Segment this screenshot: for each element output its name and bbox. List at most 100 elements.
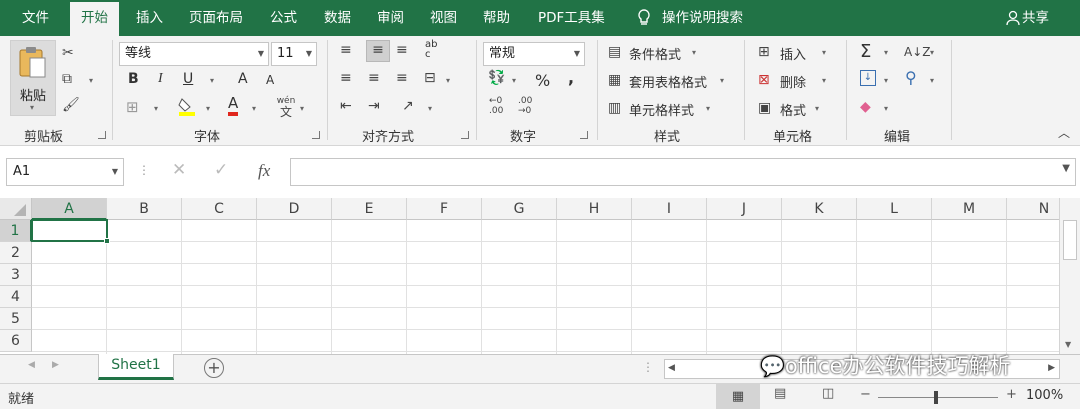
clear-dropdown-icon[interactable]: ▾: [884, 104, 888, 113]
collapse-ribbon-icon[interactable]: ︿: [1058, 124, 1070, 142]
border-icon[interactable]: ⊞: [126, 98, 139, 116]
insert-dropdown-icon[interactable]: ▾: [822, 48, 826, 57]
border-dropdown-icon[interactable]: ▾: [154, 104, 158, 113]
delete-dropdown-icon[interactable]: ▾: [822, 76, 826, 85]
find-dropdown-icon[interactable]: ▾: [930, 76, 934, 85]
select-all-corner[interactable]: [0, 198, 32, 220]
insert-button[interactable]: 插入: [780, 44, 806, 63]
vertical-scrollbar[interactable]: ▼: [1059, 198, 1080, 354]
zoom-out-icon[interactable]: −: [860, 387, 871, 402]
align-bottom-icon[interactable]: ≡: [396, 41, 408, 59]
font-name-select[interactable]: 等线 ▼: [119, 42, 269, 66]
normal-view-icon[interactable]: ▦: [716, 384, 760, 409]
align-left-icon[interactable]: ≡: [340, 69, 352, 87]
tab-file[interactable]: 文件: [22, 0, 49, 36]
increase-indent-icon[interactable]: ⇥: [368, 97, 380, 115]
orientation-icon[interactable]: ↗: [402, 97, 414, 115]
zoom-level[interactable]: 100%: [1026, 388, 1063, 403]
format-painter-icon[interactable]: 🖌: [62, 96, 80, 114]
cut-icon[interactable]: ✂: [62, 44, 74, 62]
merge-center-icon[interactable]: ⊟: [424, 69, 436, 87]
zoom-in-icon[interactable]: +: [1006, 387, 1017, 402]
clear-icon[interactable]: ◆: [860, 98, 871, 116]
scroll-left-icon[interactable]: ◀: [668, 363, 675, 373]
delete-button[interactable]: 删除: [780, 72, 806, 91]
table-dropdown-icon[interactable]: ▾: [720, 76, 724, 85]
scroll-thumb[interactable]: [1063, 220, 1077, 260]
page-layout-view-icon[interactable]: ▤: [774, 386, 786, 401]
clipboard-launcher-icon[interactable]: [98, 131, 106, 139]
scroll-right-icon[interactable]: ▶: [1048, 363, 1055, 373]
comma-button[interactable]: ,: [568, 68, 574, 87]
tab-help[interactable]: 帮助: [483, 0, 510, 36]
expand-formula-icon[interactable]: ▼: [1062, 163, 1070, 174]
share-button[interactable]: 共享: [1006, 0, 1049, 36]
tab-view[interactable]: 视图: [430, 0, 457, 36]
column-header-i[interactable]: I: [632, 198, 707, 220]
sort-dropdown-icon[interactable]: ▾: [930, 48, 934, 57]
zoom-slider[interactable]: [878, 391, 998, 404]
page-break-view-icon[interactable]: ◫: [822, 386, 834, 401]
decrease-decimal-icon[interactable]: .00 →0: [518, 96, 532, 116]
fill-dropdown-icon[interactable]: ▾: [884, 76, 888, 85]
tab-home[interactable]: 开始: [70, 2, 119, 36]
column-header-l[interactable]: L: [857, 198, 932, 220]
column-header-e[interactable]: E: [332, 198, 407, 220]
accounting-dropdown-icon[interactable]: ▾: [512, 76, 516, 85]
alignment-launcher-icon[interactable]: [461, 131, 469, 139]
name-box[interactable]: A1 ▼: [6, 158, 124, 186]
column-header-f[interactable]: F: [407, 198, 482, 220]
italic-button[interactable]: I: [158, 71, 163, 87]
scroll-sheets-left-icon[interactable]: ◀: [28, 360, 35, 370]
decrease-indent-icon[interactable]: ⇤: [340, 97, 352, 115]
copy-dropdown-icon[interactable]: ▾: [89, 76, 93, 85]
row-header-2[interactable]: 2: [0, 242, 32, 264]
conditional-dropdown-icon[interactable]: ▾: [692, 48, 696, 57]
autosum-dropdown-icon[interactable]: ▾: [884, 48, 888, 57]
column-header-g[interactable]: G: [482, 198, 557, 220]
tab-page-layout[interactable]: 页面布局: [189, 0, 243, 36]
merge-dropdown-icon[interactable]: ▾: [446, 76, 450, 85]
tell-me-search[interactable]: 操作说明搜索: [636, 0, 743, 36]
align-top-icon[interactable]: ≡: [340, 41, 352, 59]
copy-icon[interactable]: ⧉: [62, 70, 72, 88]
cell-styles-dropdown-icon[interactable]: ▾: [706, 104, 710, 113]
bold-button[interactable]: B: [128, 71, 139, 87]
format-as-table-button[interactable]: 套用表格格式: [629, 72, 707, 91]
row-header-5[interactable]: 5: [0, 308, 32, 330]
autosum-button[interactable]: Σ: [860, 41, 871, 62]
find-select-icon[interactable]: ⚲: [905, 69, 917, 87]
worksheet-grid[interactable]: ABCDEFGHIJKLMN 123456 ▼: [0, 198, 1080, 354]
conditional-format-button[interactable]: 条件格式: [629, 44, 681, 63]
tab-pdf-tools[interactable]: PDF工具集: [538, 0, 605, 36]
underline-button[interactable]: U: [183, 71, 193, 87]
wrap-text-button[interactable]: ab c: [425, 40, 437, 60]
more-icon[interactable]: ⋮: [138, 163, 150, 177]
cell-styles-button[interactable]: 单元格样式: [629, 100, 694, 119]
column-header-j[interactable]: J: [707, 198, 782, 220]
number-format-select[interactable]: 常规 ▼: [483, 42, 585, 66]
row-header-6[interactable]: 6: [0, 330, 32, 352]
row-header-4[interactable]: 4: [0, 286, 32, 308]
column-header-c[interactable]: C: [182, 198, 257, 220]
enter-icon[interactable]: ✓: [214, 160, 228, 180]
new-sheet-button[interactable]: +: [204, 358, 224, 378]
align-right-icon[interactable]: ≡: [396, 69, 408, 87]
align-center-icon[interactable]: ≡: [368, 69, 380, 87]
underline-dropdown-icon[interactable]: ▾: [210, 76, 214, 85]
column-header-a[interactable]: A: [32, 198, 107, 220]
tab-formulas[interactable]: 公式: [270, 0, 297, 36]
tab-insert[interactable]: 插入: [136, 0, 163, 36]
accounting-format-icon[interactable]: 💱: [488, 69, 505, 87]
format-dropdown-icon[interactable]: ▾: [815, 104, 819, 113]
font-launcher-icon[interactable]: [312, 131, 320, 139]
font-size-select[interactable]: 11 ▼: [271, 42, 317, 66]
shrink-font-button[interactable]: A: [266, 73, 274, 87]
hscroll-more-icon[interactable]: ⋮: [642, 360, 654, 374]
column-header-d[interactable]: D: [257, 198, 332, 220]
align-middle-icon[interactable]: ≡: [366, 40, 390, 62]
paste-button[interactable]: 粘贴 ▾: [10, 40, 56, 116]
fill-icon[interactable]: ↓: [860, 70, 876, 86]
column-header-b[interactable]: B: [107, 198, 182, 220]
phonetic-button[interactable]: wén 文: [276, 96, 296, 118]
